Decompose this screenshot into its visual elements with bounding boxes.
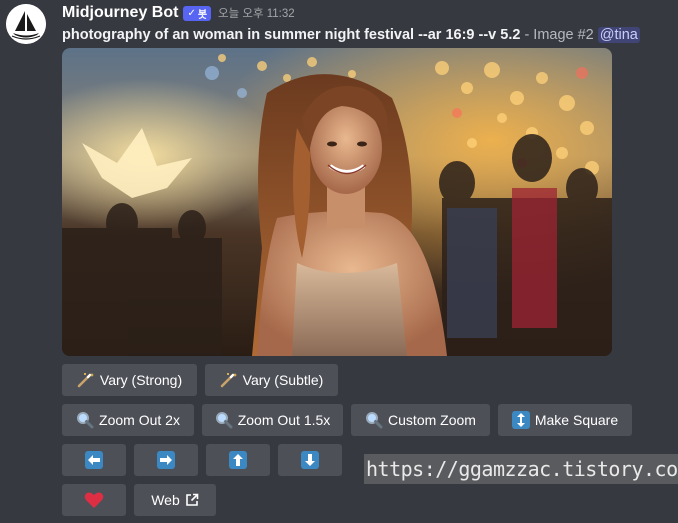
zoom-out-1-5x-button[interactable]: Zoom Out 1.5x	[202, 404, 343, 436]
web-label: Web	[151, 492, 180, 508]
message-content: photography of an woman in summer night …	[62, 26, 640, 44]
magic-wand-icon	[77, 372, 95, 388]
custom-zoom-button[interactable]: Custom Zoom	[351, 404, 490, 436]
blog-watermark: https://ggamzzac.tistory.com	[364, 454, 678, 484]
arrow-right-icon	[157, 451, 175, 469]
web-link-button[interactable]: Web	[134, 484, 216, 516]
prompt-text: photography of an woman in summer night …	[62, 27, 521, 43]
pan-up-button[interactable]	[206, 444, 270, 476]
user-mention[interactable]: @tina	[597, 27, 640, 43]
zoom-out-2x-label: Zoom Out 2x	[99, 412, 180, 428]
message-container: Midjourney Bot ✓ 봇 오늘 오후 11:32 photograp…	[0, 0, 678, 523]
magnifier-icon	[365, 411, 383, 429]
favorite-button[interactable]	[62, 484, 126, 516]
magnifier-icon	[215, 411, 233, 429]
generated-image[interactable]	[62, 48, 612, 356]
image-number: - Image #2	[524, 27, 594, 43]
arrow-down-icon	[301, 451, 319, 469]
make-square-label: Make Square	[534, 412, 619, 428]
pan-right-button[interactable]	[134, 444, 198, 476]
bot-badge-label: 봇	[197, 9, 208, 21]
make-square-button[interactable]: Make Square	[498, 404, 632, 436]
heart-icon	[84, 491, 104, 509]
checkmark-icon: ✓	[187, 7, 196, 19]
magic-wand-icon	[220, 372, 238, 388]
arrow-up-icon	[229, 451, 247, 469]
zoom-out-2x-button[interactable]: Zoom Out 2x	[62, 404, 194, 436]
message-header: Midjourney Bot ✓ 봇 오늘 오후 11:32	[62, 3, 295, 23]
vary-strong-button[interactable]: Vary (Strong)	[62, 364, 197, 396]
bot-badge: ✓ 봇	[183, 5, 212, 21]
external-link-icon	[185, 493, 199, 507]
message-timestamp: 오늘 오후 11:32	[218, 8, 295, 20]
vary-subtle-button[interactable]: Vary (Subtle)	[205, 364, 338, 396]
arrow-left-icon	[85, 451, 103, 469]
up-down-arrow-icon	[511, 411, 530, 429]
sailboat-logo-icon	[6, 4, 46, 44]
pan-left-button[interactable]	[62, 444, 126, 476]
vary-strong-label: Vary (Strong)	[99, 372, 183, 388]
bot-avatar[interactable]	[6, 4, 46, 44]
magnifier-icon	[76, 411, 94, 429]
custom-zoom-label: Custom Zoom	[388, 412, 476, 428]
pan-down-button[interactable]	[278, 444, 342, 476]
zoom-out-1-5x-label: Zoom Out 1.5x	[237, 412, 331, 428]
vary-subtle-label: Vary (Subtle)	[242, 372, 324, 388]
author-name[interactable]: Midjourney Bot	[62, 4, 178, 22]
festival-portrait-image	[62, 48, 612, 356]
